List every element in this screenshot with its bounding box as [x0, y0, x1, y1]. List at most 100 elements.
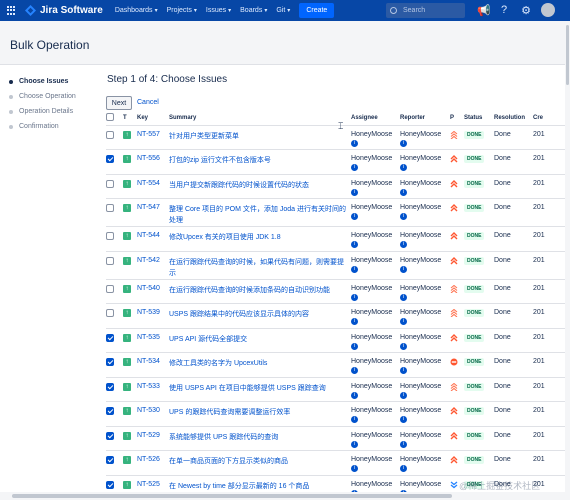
info-icon[interactable]: i: [400, 342, 407, 350]
issue-checkbox[interactable]: [106, 333, 114, 342]
issue-summary-link[interactable]: UPS API 源代码全部提交: [169, 334, 351, 345]
reporter-name[interactable]: HoneyMoose: [400, 232, 450, 239]
issue-checkbox[interactable]: [106, 456, 114, 464]
issue-key-link[interactable]: NT-534: [137, 358, 160, 365]
issue-summary-link[interactable]: 使用 USPS API 在项目中能够提供 USPS 跟踪查询: [169, 383, 351, 394]
column-header-key[interactable]: Key: [137, 112, 169, 126]
issue-checkbox[interactable]: [106, 155, 114, 163]
info-icon[interactable]: i: [351, 265, 358, 273]
issue-summary-link[interactable]: 修改工具类的名字为 UpcexUtils: [169, 358, 351, 369]
assignee-name[interactable]: HoneyMoose: [351, 131, 400, 138]
info-icon[interactable]: i: [400, 440, 407, 448]
table-row[interactable]: ↑ NT-554 当用户提交新跟踪代码的时候设置代码的状态 HoneyMoose…: [106, 174, 570, 199]
info-icon[interactable]: i: [400, 213, 407, 220]
reporter-name[interactable]: HoneyMoose: [400, 456, 450, 463]
reporter-name[interactable]: HoneyMoose: [400, 358, 450, 365]
issue-summary-link[interactable]: 在单一商品页面的下方显示类似的商品: [169, 456, 351, 467]
search-input[interactable]: Search: [386, 3, 465, 18]
table-row[interactable]: ↑ NT-540 在运行跟踪代码查询的时候添加条码的自动识别功能 HoneyMo…: [106, 279, 570, 304]
nav-dashboards[interactable]: Dashboards ▾: [115, 7, 158, 14]
info-icon[interactable]: i: [400, 188, 407, 196]
nav-projects[interactable]: Projects ▾: [167, 7, 197, 14]
scrollbar-thumb[interactable]: [566, 25, 569, 85]
reporter-name[interactable]: HoneyMoose: [400, 285, 450, 292]
avatar[interactable]: [541, 3, 555, 17]
column-header-status[interactable]: Status: [464, 112, 494, 126]
issue-checkbox[interactable]: [106, 204, 114, 212]
issue-key-link[interactable]: NT-554: [137, 180, 160, 187]
info-icon[interactable]: i: [351, 164, 358, 171]
table-row[interactable]: ↑ NT-530 UPS 的跟踪代码查询需要调整运行效率 HoneyMoose i…: [106, 401, 570, 427]
info-icon[interactable]: i: [351, 465, 358, 472]
issue-key-link[interactable]: NT-547: [137, 204, 160, 211]
assignee-name[interactable]: HoneyMoose: [351, 481, 400, 488]
issue-key-link[interactable]: NT-542: [137, 257, 160, 264]
issue-summary-link[interactable]: 在运行跟踪代码查询的时候，如果代码有问题，则需要提示: [169, 257, 351, 279]
table-row[interactable]: ↑ NT-533 使用 USPS API 在项目中能够提供 USPS 跟踪查询 …: [106, 377, 570, 402]
issue-summary-link[interactable]: 在运行跟踪代码查询的时候添加条码的自动识别功能: [169, 285, 351, 296]
issue-key-link[interactable]: NT-525: [137, 481, 160, 488]
reporter-name[interactable]: HoneyMoose: [400, 204, 450, 211]
help-icon[interactable]: ?: [497, 3, 511, 17]
jira-logo[interactable]: Jira Software: [25, 5, 103, 16]
table-row[interactable]: ↑ NT-535 UPS API 源代码全部提交 HoneyMoose i Hon…: [106, 328, 570, 353]
issue-checkbox[interactable]: [106, 284, 114, 293]
reporter-name[interactable]: HoneyMoose: [400, 309, 450, 316]
assignee-name[interactable]: HoneyMoose: [351, 334, 400, 341]
info-icon[interactable]: i: [400, 293, 407, 301]
issue-summary-link[interactable]: 打包的zip 运行文件不包含版本号: [169, 155, 351, 166]
reporter-name[interactable]: HoneyMoose: [400, 334, 450, 341]
table-row[interactable]: ↑ NT-556 打包的zip 运行文件不包含版本号 HoneyMoose i H…: [106, 149, 570, 175]
info-icon[interactable]: i: [351, 416, 358, 423]
assignee-name[interactable]: HoneyMoose: [351, 204, 400, 211]
info-icon[interactable]: i: [400, 367, 407, 374]
assignee-name[interactable]: HoneyMoose: [351, 257, 400, 264]
issue-checkbox[interactable]: [106, 358, 114, 366]
info-icon[interactable]: i: [351, 241, 358, 248]
table-row[interactable]: ↑ NT-542 在运行跟踪代码查询的时候，如果代码有问题，则需要提示 Hone…: [106, 251, 570, 280]
issue-key-link[interactable]: NT-540: [137, 285, 160, 292]
megaphone-icon[interactable]: 📢: [477, 3, 491, 17]
issue-checkbox[interactable]: [106, 232, 114, 240]
issue-key-link[interactable]: NT-556: [137, 155, 160, 162]
vertical-scrollbar[interactable]: [565, 21, 570, 492]
assignee-name[interactable]: HoneyMoose: [351, 155, 400, 162]
issue-summary-link[interactable]: 当用户提交新跟踪代码的时候设置代码的状态: [169, 180, 351, 191]
assignee-name[interactable]: HoneyMoose: [351, 180, 400, 187]
issue-checkbox[interactable]: [106, 480, 114, 489]
table-row[interactable]: ↑ NT-547 整理 Core 项目的 POM 文件，添加 Joda 进行有关…: [106, 198, 570, 227]
issue-summary-link[interactable]: 在 Newest by time 部分显示最新的 16 个商品: [169, 481, 351, 492]
issue-checkbox[interactable]: [106, 130, 114, 139]
assignee-name[interactable]: HoneyMoose: [351, 456, 400, 463]
table-row[interactable]: ↑ NT-526 在单一商品页面的下方显示类似的商品 HoneyMoose i H…: [106, 450, 570, 476]
issue-key-link[interactable]: NT-529: [137, 432, 160, 439]
info-icon[interactable]: i: [351, 440, 358, 448]
issue-key-link[interactable]: NT-526: [137, 456, 160, 463]
issue-summary-link[interactable]: UPS 的跟踪代码查询需要调整运行效率: [169, 407, 351, 418]
info-icon[interactable]: i: [400, 416, 407, 423]
info-icon[interactable]: i: [351, 342, 358, 350]
scrollbar-thumb[interactable]: [12, 494, 452, 498]
info-icon[interactable]: i: [351, 318, 358, 325]
table-row[interactable]: ↑ NT-539 USPS 跟踪结果中的代码应该显示具体的内容 HoneyMoo…: [106, 303, 570, 329]
gear-icon[interactable]: ⚙: [519, 3, 533, 17]
reporter-name[interactable]: HoneyMoose: [400, 131, 450, 138]
issue-key-link[interactable]: NT-530: [137, 407, 160, 414]
assignee-name[interactable]: HoneyMoose: [351, 432, 400, 439]
info-icon[interactable]: i: [400, 465, 407, 472]
nav-git[interactable]: Git ▾: [276, 7, 290, 14]
info-icon[interactable]: i: [400, 241, 407, 248]
info-icon[interactable]: i: [400, 139, 407, 147]
issue-summary-link[interactable]: 整理 Core 项目的 POM 文件，添加 Joda 进行有关时间的处理: [169, 204, 351, 226]
app-switcher-icon[interactable]: [7, 5, 17, 16]
issue-summary-link[interactable]: 系统能够提供 UPS 跟踪代码的查询: [169, 432, 351, 443]
issue-checkbox[interactable]: [106, 407, 114, 415]
assignee-name[interactable]: HoneyMoose: [351, 383, 400, 390]
issue-summary-link[interactable]: 修改Upcex 有关的项目使用 JDK 1.8: [169, 232, 351, 243]
select-all-checkbox[interactable]: [106, 113, 114, 122]
next-button[interactable]: Next: [106, 96, 132, 110]
info-icon[interactable]: i: [351, 213, 358, 220]
assignee-name[interactable]: HoneyMoose: [351, 407, 400, 414]
reporter-name[interactable]: HoneyMoose: [400, 155, 450, 162]
issue-checkbox[interactable]: [106, 382, 114, 391]
